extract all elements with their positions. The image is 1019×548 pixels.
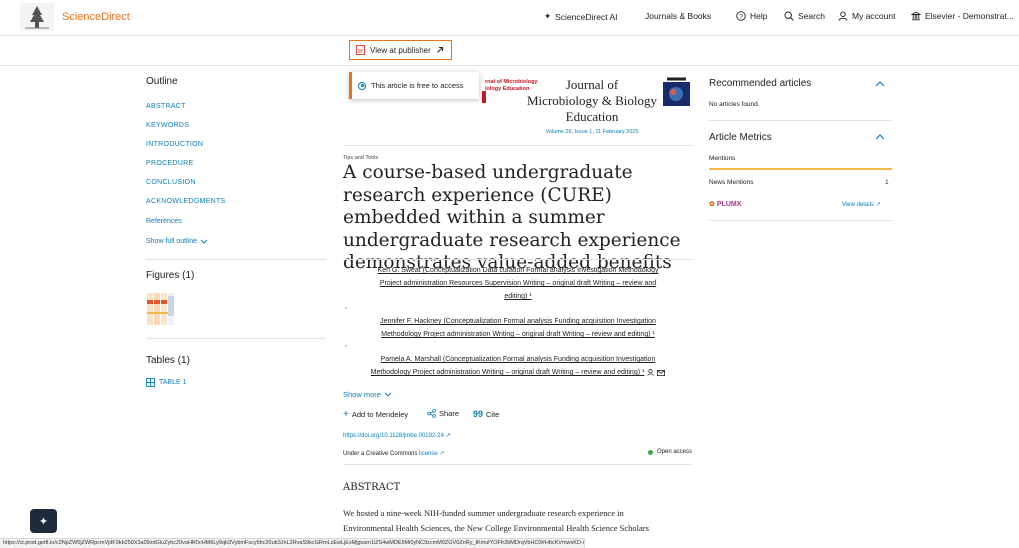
- tables-title: Tables (1): [146, 355, 190, 366]
- table-icon: [146, 378, 155, 387]
- article-toolbar: [0, 36, 1019, 66]
- quote-icon: 99: [473, 409, 484, 419]
- chevron-down-icon: [200, 239, 208, 244]
- abstract-text-line1: We hosted a nine-week NIH-funded summer …: [343, 508, 624, 518]
- author-pamela-marshall[interactable]: Pamela A. Marshall (Conceptualization Fo…: [343, 353, 693, 379]
- search-icon: [784, 11, 794, 21]
- license-link[interactable]: license ↗: [419, 451, 444, 457]
- divider: [709, 220, 892, 221]
- abstract-text-line2: Environmental Health Sciences, the New C…: [343, 523, 649, 533]
- ai-assistant-button[interactable]: ✦: [30, 509, 57, 533]
- add-to-mendeley-button[interactable]: + Add to Mendeley: [343, 409, 408, 420]
- pdf-icon: [356, 45, 365, 55]
- outline-item-acknowledgments[interactable]: ACKNOWLEDGMENTS: [146, 198, 226, 205]
- show-full-outline-link[interactable]: Show full outline: [146, 238, 208, 245]
- divider: [343, 259, 693, 260]
- svg-text:?: ?: [739, 13, 743, 20]
- license-line: Under a Creative Commons license ↗: [343, 451, 445, 457]
- outline-item-keywords[interactable]: KEYWORDS: [146, 122, 189, 129]
- divider: [343, 145, 693, 146]
- external-link-icon: [436, 47, 443, 53]
- brand-name[interactable]: ScienceDirect: [62, 11, 130, 23]
- news-mentions-count: 1: [885, 179, 889, 186]
- cite-button[interactable]: 99 Cite: [473, 409, 499, 419]
- plumx-logo[interactable]: ✿ PLUMX: [709, 200, 741, 209]
- article-type: Tips and Tools: [343, 155, 379, 161]
- outline-item-abstract[interactable]: ABSTRACT: [146, 103, 186, 110]
- author-separator: ,: [345, 303, 347, 310]
- table-1-link[interactable]: TABLE 1: [146, 378, 187, 387]
- nav-sciencedirect-ai[interactable]: ✦ ScienceDirect AI: [544, 11, 618, 22]
- sparkle-icon: ✦: [38, 515, 49, 528]
- share-button[interactable]: Share: [427, 409, 459, 418]
- divider: [146, 259, 326, 260]
- publisher-dropdown[interactable]: This article is free to access: [349, 72, 479, 99]
- person-icon: [647, 369, 654, 376]
- article-title: A course-based undergraduate research ex…: [343, 162, 681, 273]
- nav-my-account[interactable]: My account: [838, 11, 895, 21]
- plumx-icon: ✿: [709, 201, 715, 208]
- sparkle-icon: ✦: [544, 11, 552, 21]
- mentions-label: Mentions: [709, 155, 736, 162]
- nav-search[interactable]: Search: [784, 11, 825, 21]
- chevron-down-icon: [384, 392, 392, 397]
- news-mentions-label: News Mentions: [709, 179, 754, 186]
- mentions-bar: [709, 168, 892, 170]
- view-details-link[interactable]: View details ↗: [842, 201, 881, 208]
- show-more-link[interactable]: Show more: [343, 390, 392, 399]
- outline-title: Outline: [146, 76, 178, 87]
- elsevier-logo[interactable]: [20, 3, 54, 31]
- top-navigation-bar: ScienceDirect ✦ ScienceDirect AI Journal…: [0, 0, 1019, 36]
- view-at-publisher-button[interactable]: View at publisher: [349, 40, 452, 60]
- help-icon: ?: [736, 11, 746, 21]
- outline-item-conclusion[interactable]: CONCLUSION: [146, 179, 196, 186]
- doi-link[interactable]: https://doi.org/10.1128/jmbe.00192-24 ↗: [343, 432, 451, 439]
- journal-cover-image[interactable]: [663, 76, 690, 111]
- open-access-badge: Open access: [648, 449, 692, 455]
- article-metrics-title: Article Metrics: [709, 132, 772, 143]
- outline-item-references[interactable]: References: [146, 218, 182, 225]
- chevron-up-icon[interactable]: [875, 81, 885, 87]
- volume-link[interactable]: Volume 26, Issue 1, 11 February 2025: [527, 129, 657, 135]
- journal-name-line1[interactable]: Journal of: [522, 77, 662, 93]
- nav-help[interactable]: ? Help: [736, 11, 767, 21]
- chevron-up-icon[interactable]: [875, 134, 885, 140]
- share-icon: [427, 409, 436, 418]
- institution-icon: [911, 11, 921, 21]
- browser-status-url: https://ct.prod.getft.io/c2NpZW5jZWRpcmV…: [0, 538, 585, 548]
- journal-name-line3[interactable]: Education: [522, 109, 662, 125]
- nav-institution[interactable]: Elsevier - Demonstrat...: [911, 11, 1014, 21]
- nav-journals-books[interactable]: Journals & Books: [645, 11, 711, 21]
- divider: [146, 338, 326, 339]
- abstract-heading: ABSTRACT: [343, 482, 401, 493]
- divider: [343, 464, 693, 465]
- figure-thumbnail[interactable]: [146, 290, 176, 328]
- journal-name-line2[interactable]: Microbiology & Biology: [522, 93, 662, 109]
- radio-icon[interactable]: [358, 81, 366, 90]
- user-icon: [838, 11, 848, 21]
- plus-icon: +: [343, 409, 349, 420]
- email-icon[interactable]: [657, 369, 666, 376]
- author-jennifer-hackney[interactable]: Jennifer F. Hackney (Conceptualization F…: [343, 315, 693, 341]
- divider: [709, 120, 892, 121]
- outline-item-introduction[interactable]: INTRODUCTION: [146, 141, 203, 148]
- author-separator: ,: [345, 341, 347, 348]
- outline-item-procedure[interactable]: PROCEDURE: [146, 160, 193, 167]
- author-ken-sweat[interactable]: Ken G. Sweat (Conceptualization Data cur…: [343, 264, 693, 303]
- recommended-empty: No articles found.: [709, 101, 760, 108]
- figures-title: Figures (1): [146, 270, 195, 281]
- recommended-articles-title: Recommended articles: [709, 78, 812, 89]
- open-access-dot-icon: [648, 449, 653, 455]
